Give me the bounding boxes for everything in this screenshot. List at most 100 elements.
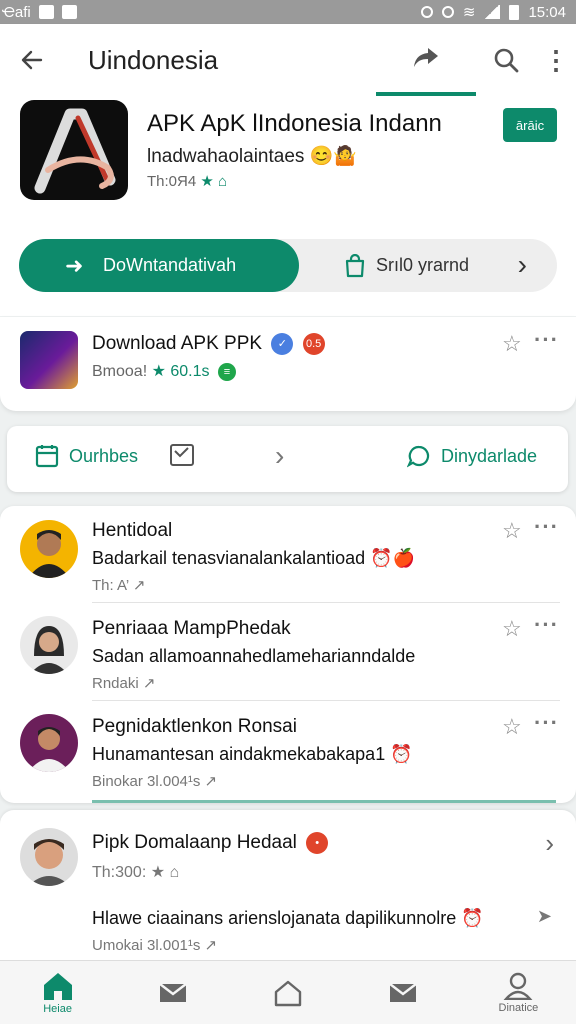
app-thumbnail bbox=[20, 331, 78, 389]
feed-item-title: Pipk Domalaanp Hedaal • bbox=[92, 832, 329, 854]
feed-item-meta: Binokar 3l.004¹s ↗ bbox=[92, 773, 218, 790]
feed-item-meta-2: Umokai 3l.001¹s ↗ bbox=[92, 937, 218, 954]
search-icon bbox=[494, 48, 519, 73]
arrow-left-icon bbox=[21, 50, 43, 70]
rating-home-icons: ★ ⌂ bbox=[150, 864, 180, 881]
alert-icon: • bbox=[306, 832, 329, 854]
avatar bbox=[20, 616, 78, 674]
more-options-button[interactable]: ⋮ bbox=[536, 24, 576, 96]
house-outline-icon bbox=[274, 980, 302, 1006]
app-row-title: Download APK PPK ✓ 0.5 bbox=[92, 333, 325, 355]
app-row-title-text: Download APK PPK bbox=[92, 333, 263, 355]
download-list-label: Dinydarlade bbox=[441, 445, 538, 466]
home-icon bbox=[43, 972, 72, 1000]
calendar-icon bbox=[35, 445, 59, 468]
chevron-right-icon[interactable]: › bbox=[545, 828, 554, 859]
back-button[interactable] bbox=[0, 24, 64, 96]
forward-icon[interactable]: ➤ bbox=[537, 906, 552, 927]
app-row-card[interactable]: Download APK PPK ✓ 0.5 Bmooa! ★ 60.1s ≡ … bbox=[0, 317, 576, 411]
verified-icon: ✓ bbox=[271, 333, 294, 355]
app-title: APK ApK lIndonesia Indann bbox=[147, 110, 442, 137]
status-bar: Ҽafi ≋ 15:04 bbox=[0, 0, 576, 24]
more-horiz-icon[interactable]: ··· bbox=[534, 710, 559, 736]
list-item[interactable]: Pegnidaktlenkon Ronsai Hunamantesan aind… bbox=[0, 702, 576, 798]
feed-item-meta-text: Th:300: bbox=[92, 864, 147, 881]
share-button[interactable] bbox=[376, 24, 476, 96]
alarm-icon bbox=[441, 6, 454, 18]
app-meta-text: Th:0Я4 bbox=[147, 173, 197, 190]
more-horiz-icon[interactable]: ··· bbox=[534, 514, 559, 540]
toolbar-card: Ourhbes › Dinydarlade bbox=[7, 426, 568, 492]
mail-icon bbox=[159, 982, 187, 1002]
star-icon[interactable]: ☆ bbox=[502, 616, 522, 642]
nav-explore[interactable] bbox=[230, 961, 345, 1024]
feed-item-text: Hlawe ciaainans arienslojanata dapilikun… bbox=[92, 908, 484, 928]
download-button[interactable]: ➜ DoWntandativah bbox=[19, 239, 299, 292]
list-item[interactable]: Hentidoal Badarkail tenasvianalankalanti… bbox=[0, 506, 576, 602]
search-button[interactable] bbox=[476, 24, 536, 96]
divider bbox=[92, 602, 560, 603]
others-label: Ourhbes bbox=[69, 445, 139, 466]
nav-profile[interactable]: Dinatice bbox=[461, 961, 576, 1024]
action-track: ➜ DoWntandativah Srıl0 yrarnd › bbox=[19, 239, 557, 292]
avatar bbox=[20, 520, 78, 578]
carrier-label: Ҽafi bbox=[2, 3, 31, 21]
feed-item-title: Penriaaa MampPhedak bbox=[92, 618, 291, 639]
feed-card-2[interactable]: Pipk Domalaanp Hedaal • Th:300: ★ ⌂ › Hl… bbox=[0, 810, 576, 960]
app-bar: Uindonesia ⋮ bbox=[0, 24, 576, 96]
app-row-meta-text: Bmooa! bbox=[92, 363, 148, 380]
avatar bbox=[20, 714, 78, 772]
download-icon: ➜ bbox=[65, 253, 84, 278]
wifi-icon: ≋ bbox=[462, 4, 476, 21]
download-list-button[interactable]: Dinydarlade bbox=[407, 444, 537, 468]
chat-bubble-icon bbox=[407, 445, 430, 468]
list-item[interactable]: Penriaaa MampPhedak Sadan allamoannahedl… bbox=[0, 604, 576, 700]
app-row-meta: Bmooa! ★ 60.1s ≡ bbox=[92, 361, 236, 381]
rating-home-icons: ★ ⌂ bbox=[200, 173, 228, 190]
app-meta: Th:0Я4 ★ ⌂ bbox=[147, 172, 227, 190]
star-icon[interactable]: ☆ bbox=[502, 331, 522, 357]
app-row-rating: ★ 60.1s bbox=[151, 363, 210, 380]
profile-icon bbox=[503, 972, 533, 1000]
app-subtitle: lnadwahaolaintaes 😊🤷 bbox=[147, 146, 357, 167]
clock: 15:04 bbox=[528, 3, 566, 21]
secondary-button[interactable]: Srıl0 yrarnd bbox=[344, 239, 469, 292]
nav-inbox[interactable] bbox=[115, 961, 230, 1024]
feed-item-title-text: Pipk Domalaanp Hedaal bbox=[92, 832, 297, 854]
divider bbox=[92, 700, 560, 701]
star-icon[interactable]: ☆ bbox=[502, 518, 522, 544]
feed-item-meta: Th:300: ★ ⌂ bbox=[92, 862, 179, 882]
nav-home[interactable]: Heiae bbox=[0, 961, 115, 1024]
notification-icon bbox=[38, 5, 54, 19]
notification-icon-2 bbox=[61, 5, 77, 19]
vibrate-icon bbox=[420, 6, 433, 18]
more-horiz-icon[interactable]: ··· bbox=[534, 612, 559, 638]
feed-item-text: Sadan allamoannahedlameharianndalde bbox=[92, 646, 416, 666]
accent-line bbox=[92, 800, 556, 803]
others-button[interactable]: Ourhbes bbox=[35, 444, 138, 468]
feed-item-title: Hentidoal bbox=[92, 520, 173, 541]
app-hero-card: APK ApK lIndonesia Indann lnadwahaolaint… bbox=[0, 96, 576, 316]
page-title: Uindonesia bbox=[88, 44, 219, 75]
nav-profile-label: Dinatice bbox=[498, 1001, 539, 1014]
more-horiz-icon[interactable]: ··· bbox=[534, 327, 559, 353]
feed-item-meta: Th: A’ ↗ bbox=[92, 577, 146, 594]
signal-icon bbox=[484, 5, 501, 19]
chevron-right-icon[interactable]: › bbox=[518, 249, 527, 281]
feed-card: Hentidoal Badarkail tenasvianalankalanti… bbox=[0, 506, 576, 803]
app-logo bbox=[20, 100, 128, 200]
bag-icon bbox=[345, 253, 365, 277]
download-label: DoWntandativah bbox=[103, 255, 237, 275]
feed-item-meta: Rndaki ↗ bbox=[92, 675, 156, 692]
star-icon[interactable]: ☆ bbox=[502, 714, 522, 740]
nav-messages[interactable] bbox=[346, 961, 461, 1024]
share-icon bbox=[414, 48, 438, 67]
chat-icon: ≡ bbox=[217, 362, 236, 381]
chevron-right-icon[interactable]: › bbox=[275, 440, 284, 472]
feed-item-title: Pegnidaktlenkon Ronsai bbox=[92, 716, 297, 737]
more-vert-icon: ⋮ bbox=[543, 44, 569, 75]
bottom-nav: Heiae Dinatice bbox=[0, 960, 576, 1024]
app-badge[interactable]: ārāic bbox=[503, 108, 557, 142]
secondary-label: Srıl0 yrarnd bbox=[376, 255, 470, 275]
clipboard-icon[interactable] bbox=[169, 442, 195, 474]
